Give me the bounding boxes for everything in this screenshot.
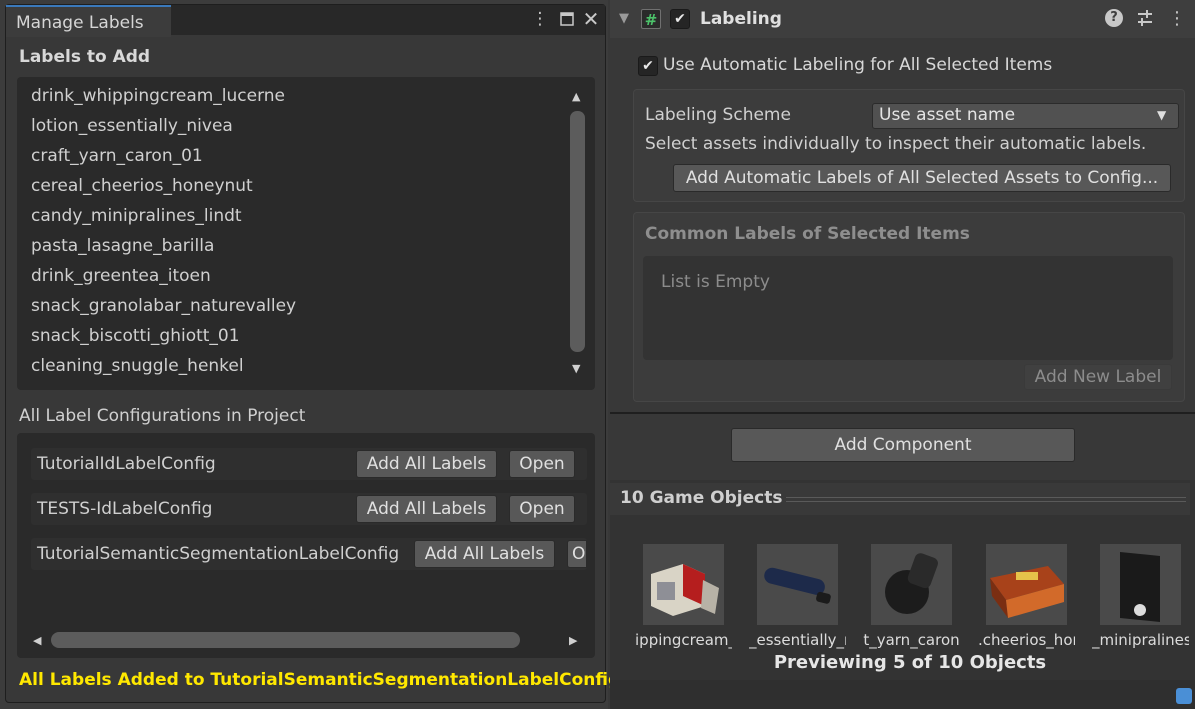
scroll-down-arrow-icon[interactable]: ▼	[572, 362, 580, 375]
scroll-up-arrow-icon[interactable]: ▲	[572, 90, 580, 103]
asset-label-icon[interactable]	[1176, 688, 1192, 704]
add-new-label-button[interactable]: Add New Label	[1024, 364, 1172, 390]
labeling-scheme-dropdown[interactable]: Use asset name	[872, 103, 1179, 129]
labels-to-add-heading: Labels to Add	[19, 47, 151, 67]
configs-heading: All Label Configurations in Project	[19, 406, 306, 426]
list-item[interactable]: cereal_cheerios_honeynut	[31, 176, 253, 196]
component-title: Labeling	[700, 9, 782, 29]
list-item[interactable]: snack_biscotti_ghiott_01	[31, 326, 240, 346]
list-item[interactable]: drink_whippingcream_lucerne	[31, 86, 285, 106]
common-labels-heading: Common Labels of Selected Items	[645, 224, 970, 244]
foldout-arrow-icon[interactable]: ▼	[619, 11, 629, 26]
preview-thumbnail-cheerios[interactable]	[986, 544, 1067, 625]
list-item[interactable]: lotion_essentially_nivea	[31, 116, 233, 136]
auto-labeling-label: Use Automatic Labeling for All Selected …	[663, 55, 1053, 75]
open-config-button[interactable]: Open	[509, 495, 575, 523]
labeling-scheme-value: Use asset name	[879, 105, 1016, 125]
preview-thumbnail-minipralines[interactable]	[1100, 544, 1181, 625]
add-automatic-labels-button[interactable]: Add Automatic Labels of All Selected Ass…	[673, 164, 1171, 192]
thumbnail-caption: ippingcream_	[635, 631, 732, 649]
preview-count-text: Previewing 5 of 10 Objects	[773, 652, 1047, 673]
add-all-labels-button[interactable]: Add All Labels	[356, 450, 497, 478]
preview-header-rule	[786, 497, 1186, 498]
auto-labeling-checkbox[interactable]: ✔	[638, 56, 658, 76]
close-icon[interactable]: ✕	[580, 8, 602, 30]
list-item[interactable]: pasta_lasagne_barilla	[31, 236, 214, 256]
empty-list-text: List is Empty	[661, 272, 770, 292]
list-item[interactable]: snack_granolabar_naturevalley	[31, 296, 296, 316]
separator	[610, 412, 1195, 414]
horizontal-scrollbar-thumb[interactable]	[51, 632, 520, 648]
scheme-hint-text: Select assets individually to inspect th…	[645, 134, 1147, 154]
list-item[interactable]: candy_minipralines_lindt	[31, 206, 242, 226]
preview-thumbnail-lotion[interactable]	[757, 544, 838, 625]
thumbnail-caption: _essentially_r	[749, 631, 846, 649]
vertical-scrollbar-thumb[interactable]	[570, 111, 585, 352]
script-icon: #	[641, 9, 661, 29]
list-item[interactable]: cleaning_snuggle_henkel	[31, 356, 244, 376]
component-enabled-checkbox[interactable]: ✔	[670, 9, 690, 29]
dropdown-arrow-icon[interactable]: ▼	[1157, 108, 1166, 122]
status-message: All Labels Added to TutorialSemanticSegm…	[19, 670, 621, 690]
list-item[interactable]: drink_greentea_itoen	[31, 266, 211, 286]
thumbnail-caption: t_yarn_caron	[863, 631, 960, 649]
config-name: TutorialIdLabelConfig	[37, 454, 216, 474]
component-menu-icon[interactable]: ⋮	[1168, 8, 1186, 29]
maximize-icon[interactable]	[556, 8, 578, 30]
add-component-button[interactable]: Add Component	[731, 428, 1075, 462]
preview-header-rule	[786, 501, 1186, 502]
preview-title: 10 Game Objects	[620, 488, 783, 508]
preview-thumbnail-whippingcream[interactable]	[643, 544, 724, 625]
preview-thumbnail-yarn[interactable]	[871, 544, 952, 625]
scroll-right-arrow-icon[interactable]: ▶	[569, 634, 577, 647]
thumbnail-caption: _minipralines	[1092, 631, 1189, 649]
thumbnail-caption: .cheerios_hor	[978, 631, 1075, 649]
config-name: TutorialSemanticSegmentationLabelConfig	[37, 544, 400, 564]
config-name: TESTS-IdLabelConfig	[37, 499, 213, 519]
add-all-labels-button[interactable]: Add All Labels	[356, 495, 497, 523]
inspector-footer	[610, 680, 1195, 709]
list-item[interactable]: craft_yarn_caron_01	[31, 146, 203, 166]
open-config-button[interactable]: O	[567, 540, 587, 568]
tab-manage-labels[interactable]: Manage Labels	[6, 5, 171, 37]
labeling-scheme-label: Labeling Scheme	[645, 105, 791, 125]
more-options-icon[interactable]: ⋮	[529, 8, 551, 30]
open-config-button[interactable]: Open	[509, 450, 575, 478]
preset-settings-icon[interactable]	[1136, 8, 1154, 33]
scroll-left-arrow-icon[interactable]: ◀	[33, 634, 41, 647]
add-all-labels-button[interactable]: Add All Labels	[414, 540, 555, 568]
help-icon[interactable]: ?	[1105, 9, 1123, 27]
